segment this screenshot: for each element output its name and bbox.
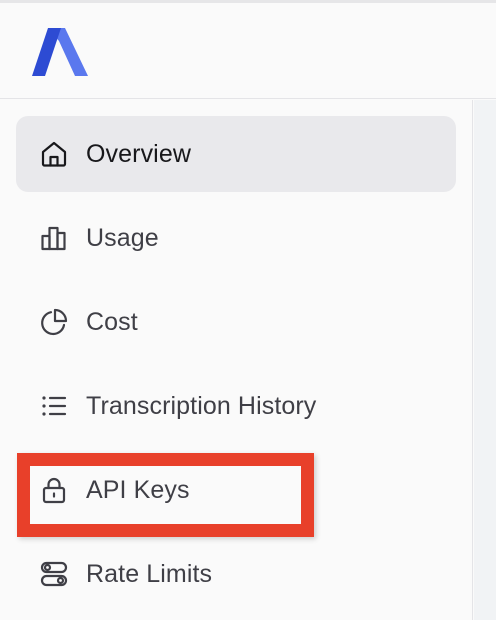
sidebar: Overview Usage Cost Transcription Histor…	[0, 100, 473, 620]
sidebar-item-label: Rate Limits	[86, 559, 213, 588]
list-icon	[38, 390, 70, 422]
sidebar-item-rate-limits[interactable]: Rate Limits	[16, 536, 456, 612]
header	[0, 3, 496, 99]
sidebar-item-label: Transcription History	[86, 391, 317, 420]
sidebar-item-label: Cost	[86, 307, 138, 336]
sidebar-item-transcription-history[interactable]: Transcription History	[16, 368, 456, 444]
sidebar-item-overview[interactable]: Overview	[16, 116, 456, 192]
pie-chart-icon	[38, 306, 70, 338]
sidebar-item-label: Usage	[86, 223, 159, 252]
sidebar-item-cost[interactable]: Cost	[16, 284, 456, 360]
brand-logo-icon[interactable]	[32, 28, 88, 76]
sidebar-item-usage[interactable]: Usage	[16, 200, 456, 276]
lock-icon	[38, 474, 70, 506]
sidebar-item-api-keys[interactable]: API Keys	[16, 452, 456, 528]
home-icon	[38, 138, 70, 170]
app-window: Overview Usage Cost Transcription Histor…	[0, 0, 496, 620]
toggles-icon	[38, 558, 70, 590]
sidebar-item-label: Overview	[86, 139, 191, 168]
bar-chart-icon	[38, 222, 70, 254]
sidebar-item-label: API Keys	[86, 475, 190, 504]
main-content-edge	[474, 100, 496, 620]
